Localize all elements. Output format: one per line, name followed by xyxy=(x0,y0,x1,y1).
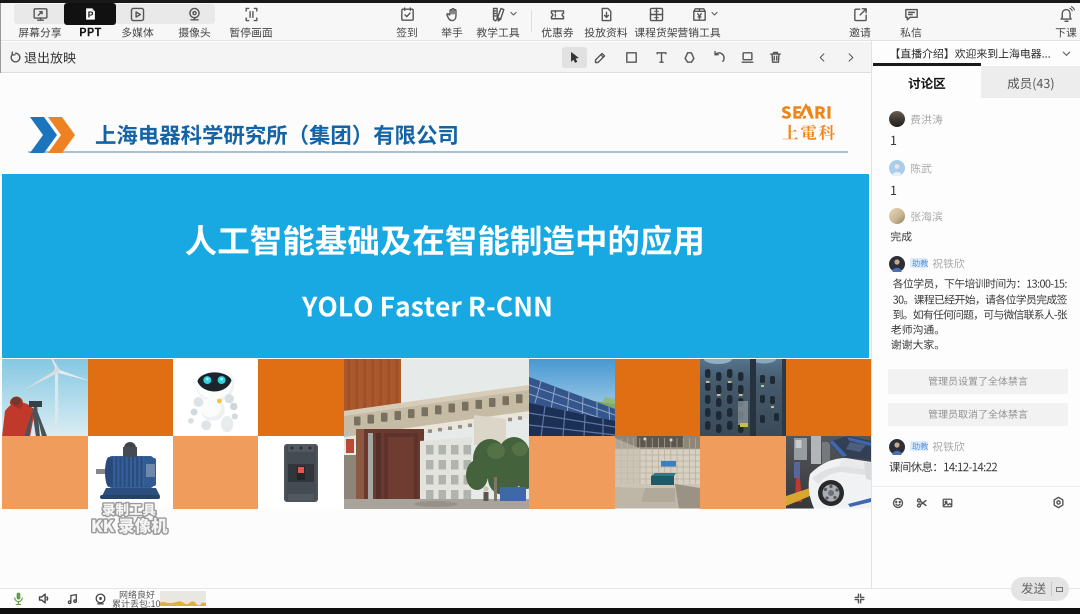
svg-text:P: P xyxy=(87,9,93,19)
